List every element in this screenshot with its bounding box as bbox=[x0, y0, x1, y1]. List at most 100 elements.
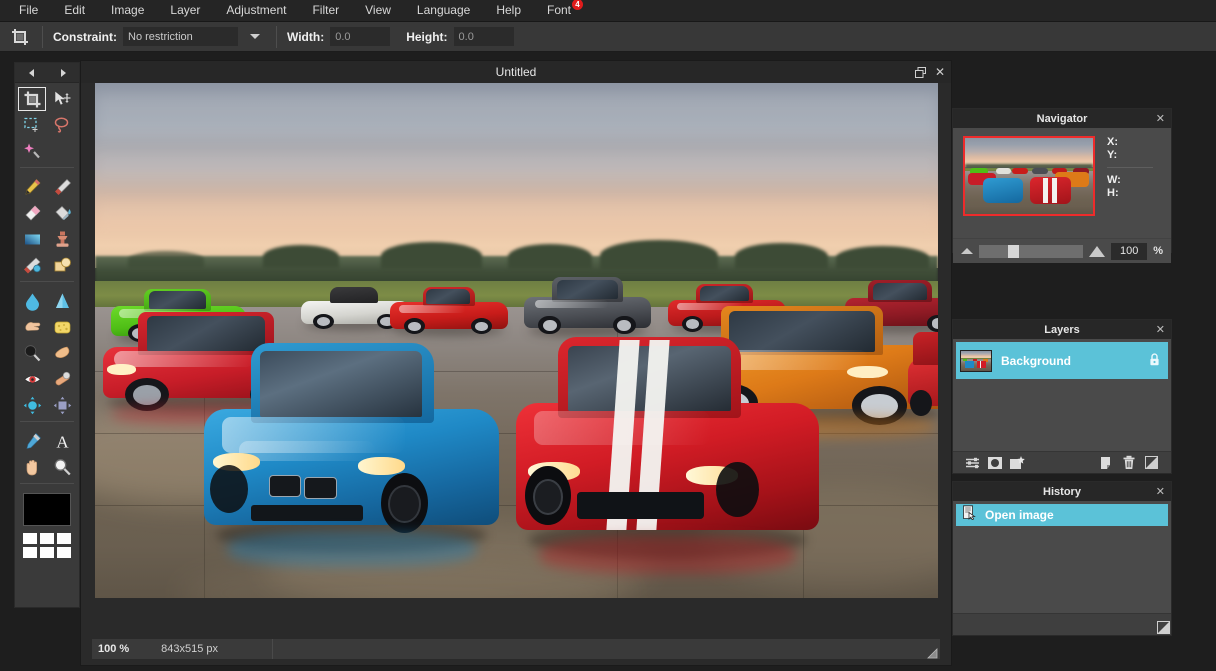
zoom-unit: % bbox=[119, 643, 129, 655]
document-window-buttons: ✕ bbox=[915, 61, 945, 83]
menu-item-filter[interactable]: Filter bbox=[299, 0, 352, 21]
zoom-tool-icon[interactable] bbox=[47, 454, 77, 480]
height-input[interactable]: 0.0 bbox=[454, 27, 514, 46]
burn-tool-icon[interactable] bbox=[17, 340, 47, 366]
zoom-value-input[interactable]: 100 bbox=[1111, 243, 1147, 260]
red-eye-tool-icon[interactable] bbox=[17, 366, 47, 392]
sharpen-tool-icon[interactable] bbox=[47, 288, 77, 314]
height-group: Height: 0.0 bbox=[398, 22, 521, 52]
gradient-tool-icon[interactable] bbox=[17, 226, 47, 252]
duplicate-layer-icon[interactable] bbox=[1096, 453, 1118, 473]
type-tool-icon[interactable]: A bbox=[47, 428, 77, 454]
menu-item-help[interactable]: Help bbox=[483, 0, 534, 21]
resize-grip-icon[interactable] bbox=[1157, 621, 1168, 632]
layer-name: Background bbox=[1001, 354, 1149, 368]
grille bbox=[577, 492, 704, 519]
width-label: Width: bbox=[287, 30, 324, 44]
car-red-edge bbox=[908, 330, 938, 412]
layers-panel-header[interactable]: Layers ✕ bbox=[953, 320, 1171, 339]
navigator-panel-header[interactable]: Navigator ✕ bbox=[953, 109, 1171, 128]
menu-label: Font bbox=[547, 3, 571, 17]
tool-palette-nav bbox=[15, 63, 79, 83]
close-icon[interactable]: ✕ bbox=[1156, 109, 1165, 128]
close-icon[interactable]: ✕ bbox=[1156, 482, 1165, 501]
layer-mask-icon[interactable] bbox=[984, 453, 1006, 473]
tool-prev-button[interactable] bbox=[18, 64, 44, 82]
zoom-out-icon[interactable] bbox=[961, 248, 973, 254]
paintbrush-tool-icon[interactable] bbox=[47, 174, 77, 200]
navigator-x-label: X: bbox=[1107, 136, 1161, 149]
primary-color-swatch[interactable] bbox=[23, 493, 71, 526]
constraint-select[interactable]: No restriction bbox=[123, 27, 238, 46]
pinch-tool-icon[interactable] bbox=[47, 392, 77, 418]
height-value: 0.0 bbox=[459, 31, 474, 43]
panel-title: History bbox=[1043, 486, 1081, 498]
close-icon[interactable]: ✕ bbox=[935, 65, 945, 79]
menu-item-language[interactable]: Language bbox=[404, 0, 483, 21]
width-input[interactable]: 0.0 bbox=[330, 27, 390, 46]
menu-item-font[interactable]: Font 4 bbox=[534, 0, 584, 21]
smudge-tool-icon[interactable] bbox=[17, 314, 47, 340]
layers-footer-toolbar bbox=[953, 451, 1171, 473]
menu-item-file[interactable]: File bbox=[6, 0, 51, 21]
palette-swatch[interactable] bbox=[23, 547, 37, 558]
palette-swatch[interactable] bbox=[23, 533, 37, 544]
palette-swatch[interactable] bbox=[57, 547, 71, 558]
restore-window-icon[interactable] bbox=[915, 67, 926, 78]
zoom-slider[interactable] bbox=[979, 245, 1083, 258]
constraint-label: Constraint: bbox=[53, 30, 117, 44]
paint-bucket-tool-icon[interactable] bbox=[47, 200, 77, 226]
width-value: 0.0 bbox=[335, 31, 350, 43]
shape-tool-icon[interactable] bbox=[47, 252, 77, 278]
document-title-bar[interactable]: Untitled ✕ bbox=[81, 61, 951, 83]
navigator-panel: Navigator ✕ bbox=[952, 108, 1172, 253]
eraser-tool-icon[interactable] bbox=[17, 200, 47, 226]
add-layer-icon[interactable] bbox=[1006, 453, 1028, 473]
history-panel-header[interactable]: History ✕ bbox=[953, 482, 1171, 501]
palette-swatch[interactable] bbox=[57, 533, 71, 544]
menu-item-edit[interactable]: Edit bbox=[51, 0, 98, 21]
navigator-thumbnail[interactable] bbox=[963, 136, 1095, 216]
bloat-tool-icon[interactable] bbox=[17, 392, 47, 418]
blur-tool-icon[interactable] bbox=[17, 288, 47, 314]
car-red-sports bbox=[390, 284, 508, 333]
menu-item-view[interactable]: View bbox=[352, 0, 404, 21]
palette-swatch[interactable] bbox=[40, 533, 54, 544]
delete-layer-icon[interactable] bbox=[1118, 453, 1140, 473]
zoom-slider-handle[interactable] bbox=[1008, 245, 1019, 258]
magic-wand-tool-icon[interactable] bbox=[17, 138, 47, 164]
image-canvas[interactable] bbox=[95, 83, 938, 598]
history-row-open-image[interactable]: Open image bbox=[956, 504, 1168, 526]
layer-properties-icon[interactable] bbox=[962, 453, 984, 473]
menu-item-adjustment[interactable]: Adjustment bbox=[213, 0, 299, 21]
color-replace-tool-icon[interactable] bbox=[17, 252, 47, 278]
resize-grip-icon[interactable] bbox=[1140, 453, 1162, 473]
close-icon[interactable]: ✕ bbox=[1156, 320, 1165, 339]
chevron-down-icon[interactable] bbox=[244, 27, 266, 46]
layer-row-background[interactable]: Background bbox=[956, 342, 1168, 379]
crop-tool-icon[interactable] bbox=[17, 86, 47, 112]
zoom-in-icon[interactable] bbox=[1089, 246, 1105, 257]
navigator-h-label: H: bbox=[1107, 187, 1161, 200]
air-intake bbox=[251, 505, 363, 521]
dodge-tool-icon[interactable] bbox=[47, 340, 77, 366]
menu-item-layer[interactable]: Layer bbox=[157, 0, 213, 21]
sponge-tool-icon[interactable] bbox=[47, 314, 77, 340]
heal-tool-icon[interactable] bbox=[47, 366, 77, 392]
palette-swatch[interactable] bbox=[40, 547, 54, 558]
hand-tool-icon[interactable] bbox=[17, 454, 47, 480]
rectangular-marquee-tool-icon[interactable] bbox=[17, 112, 47, 138]
layers-list: Background bbox=[953, 339, 1171, 451]
pencil-tool-icon[interactable] bbox=[17, 174, 47, 200]
resize-grip-icon[interactable] bbox=[927, 646, 938, 657]
lasso-tool-icon[interactable] bbox=[47, 112, 77, 138]
tool-next-button[interactable] bbox=[50, 64, 76, 82]
tree bbox=[735, 243, 828, 270]
document-window: Untitled ✕ bbox=[80, 60, 952, 666]
eyedropper-tool-icon[interactable] bbox=[17, 428, 47, 454]
menu-label: File bbox=[19, 3, 38, 17]
menu-item-image[interactable]: Image bbox=[98, 0, 157, 21]
move-tool-icon[interactable] bbox=[47, 86, 77, 112]
clone-stamp-tool-icon[interactable] bbox=[47, 226, 77, 252]
layer-thumbnail bbox=[960, 350, 992, 372]
